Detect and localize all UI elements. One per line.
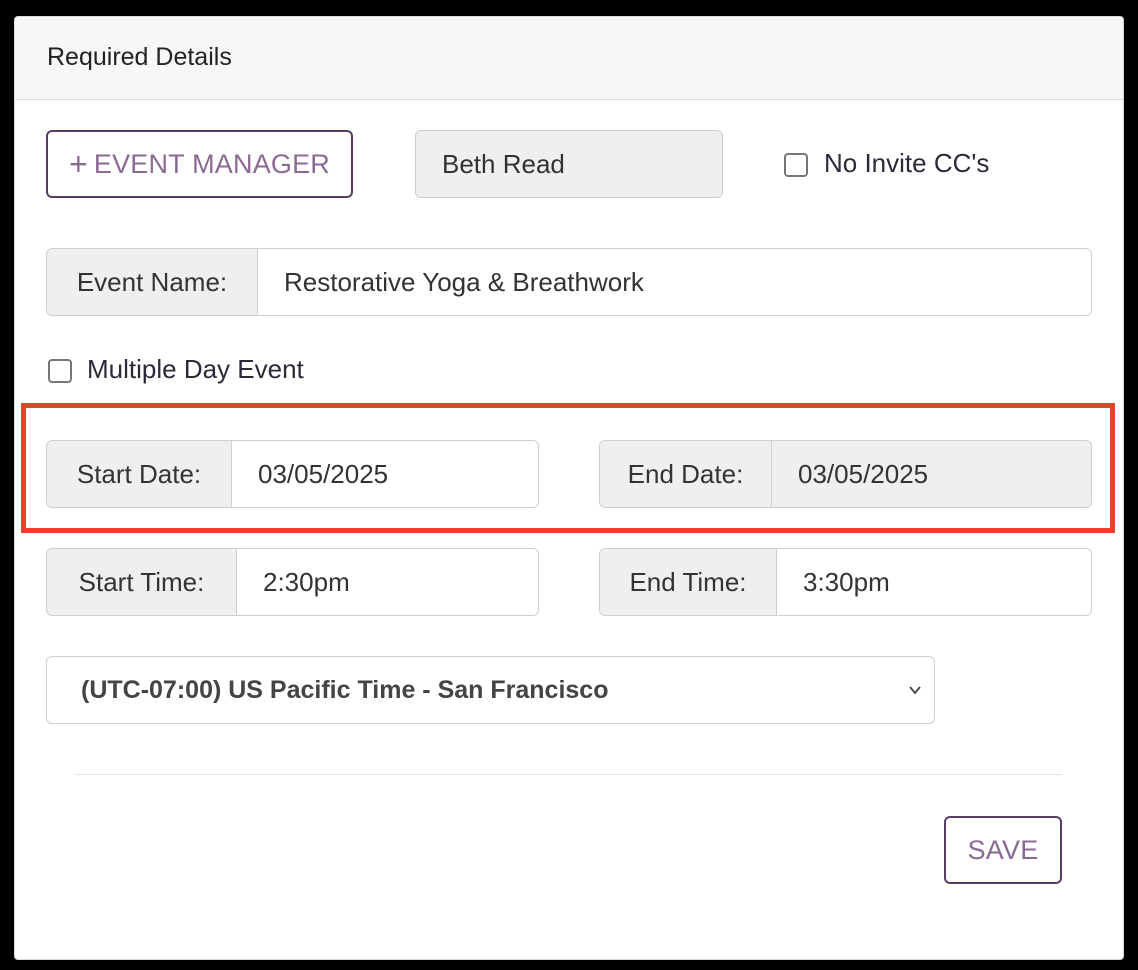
event-manager-value: Beth Read [415, 130, 723, 198]
event-name-label: Event Name: [47, 249, 258, 315]
start-time-label: Start Time: [47, 549, 237, 615]
start-date-input[interactable]: 03/05/2025 [232, 441, 538, 507]
no-invite-cc-label: No Invite CC's [824, 148, 990, 178]
end-date-group: End Date: 03/05/2025 [599, 440, 1092, 508]
multiple-day-checkbox[interactable] [48, 359, 72, 383]
end-time-group: End Time: 3:30pm [599, 548, 1092, 616]
end-date-label: End Date: [600, 441, 772, 507]
end-time-input[interactable]: 3:30pm [777, 549, 1091, 615]
add-event-manager-button[interactable]: + EVENT MANAGER [46, 130, 353, 198]
timezone-selected-value: (UTC-07:00) US Pacific Time - San Franci… [81, 675, 609, 704]
save-button[interactable]: SAVE [944, 816, 1062, 884]
start-date-group: Start Date: 03/05/2025 [46, 440, 539, 508]
end-time-label: End Time: [600, 549, 777, 615]
start-time-group: Start Time: 2:30pm [46, 548, 539, 616]
start-time-input[interactable]: 2:30pm [237, 549, 538, 615]
no-invite-cc-checkbox[interactable] [784, 153, 808, 177]
multiple-day-label: Multiple Day Event [87, 354, 304, 384]
add-event-manager-label: EVENT MANAGER [93, 148, 331, 179]
start-date-label: Start Date: [47, 441, 232, 507]
event-name-input[interactable]: Restorative Yoga & Breathwork [258, 249, 1091, 315]
chevron-down-icon [909, 686, 921, 695]
timezone-select[interactable]: (UTC-07:00) US Pacific Time - San Franci… [46, 656, 935, 724]
panel-header: Required Details [15, 17, 1123, 100]
event-name-group: Event Name: Restorative Yoga & Breathwor… [46, 248, 1092, 316]
end-date-input: 03/05/2025 [772, 441, 1091, 507]
plus-icon: + [68, 146, 88, 182]
panel-title: Required Details [47, 43, 232, 71]
form-divider [75, 774, 1062, 775]
